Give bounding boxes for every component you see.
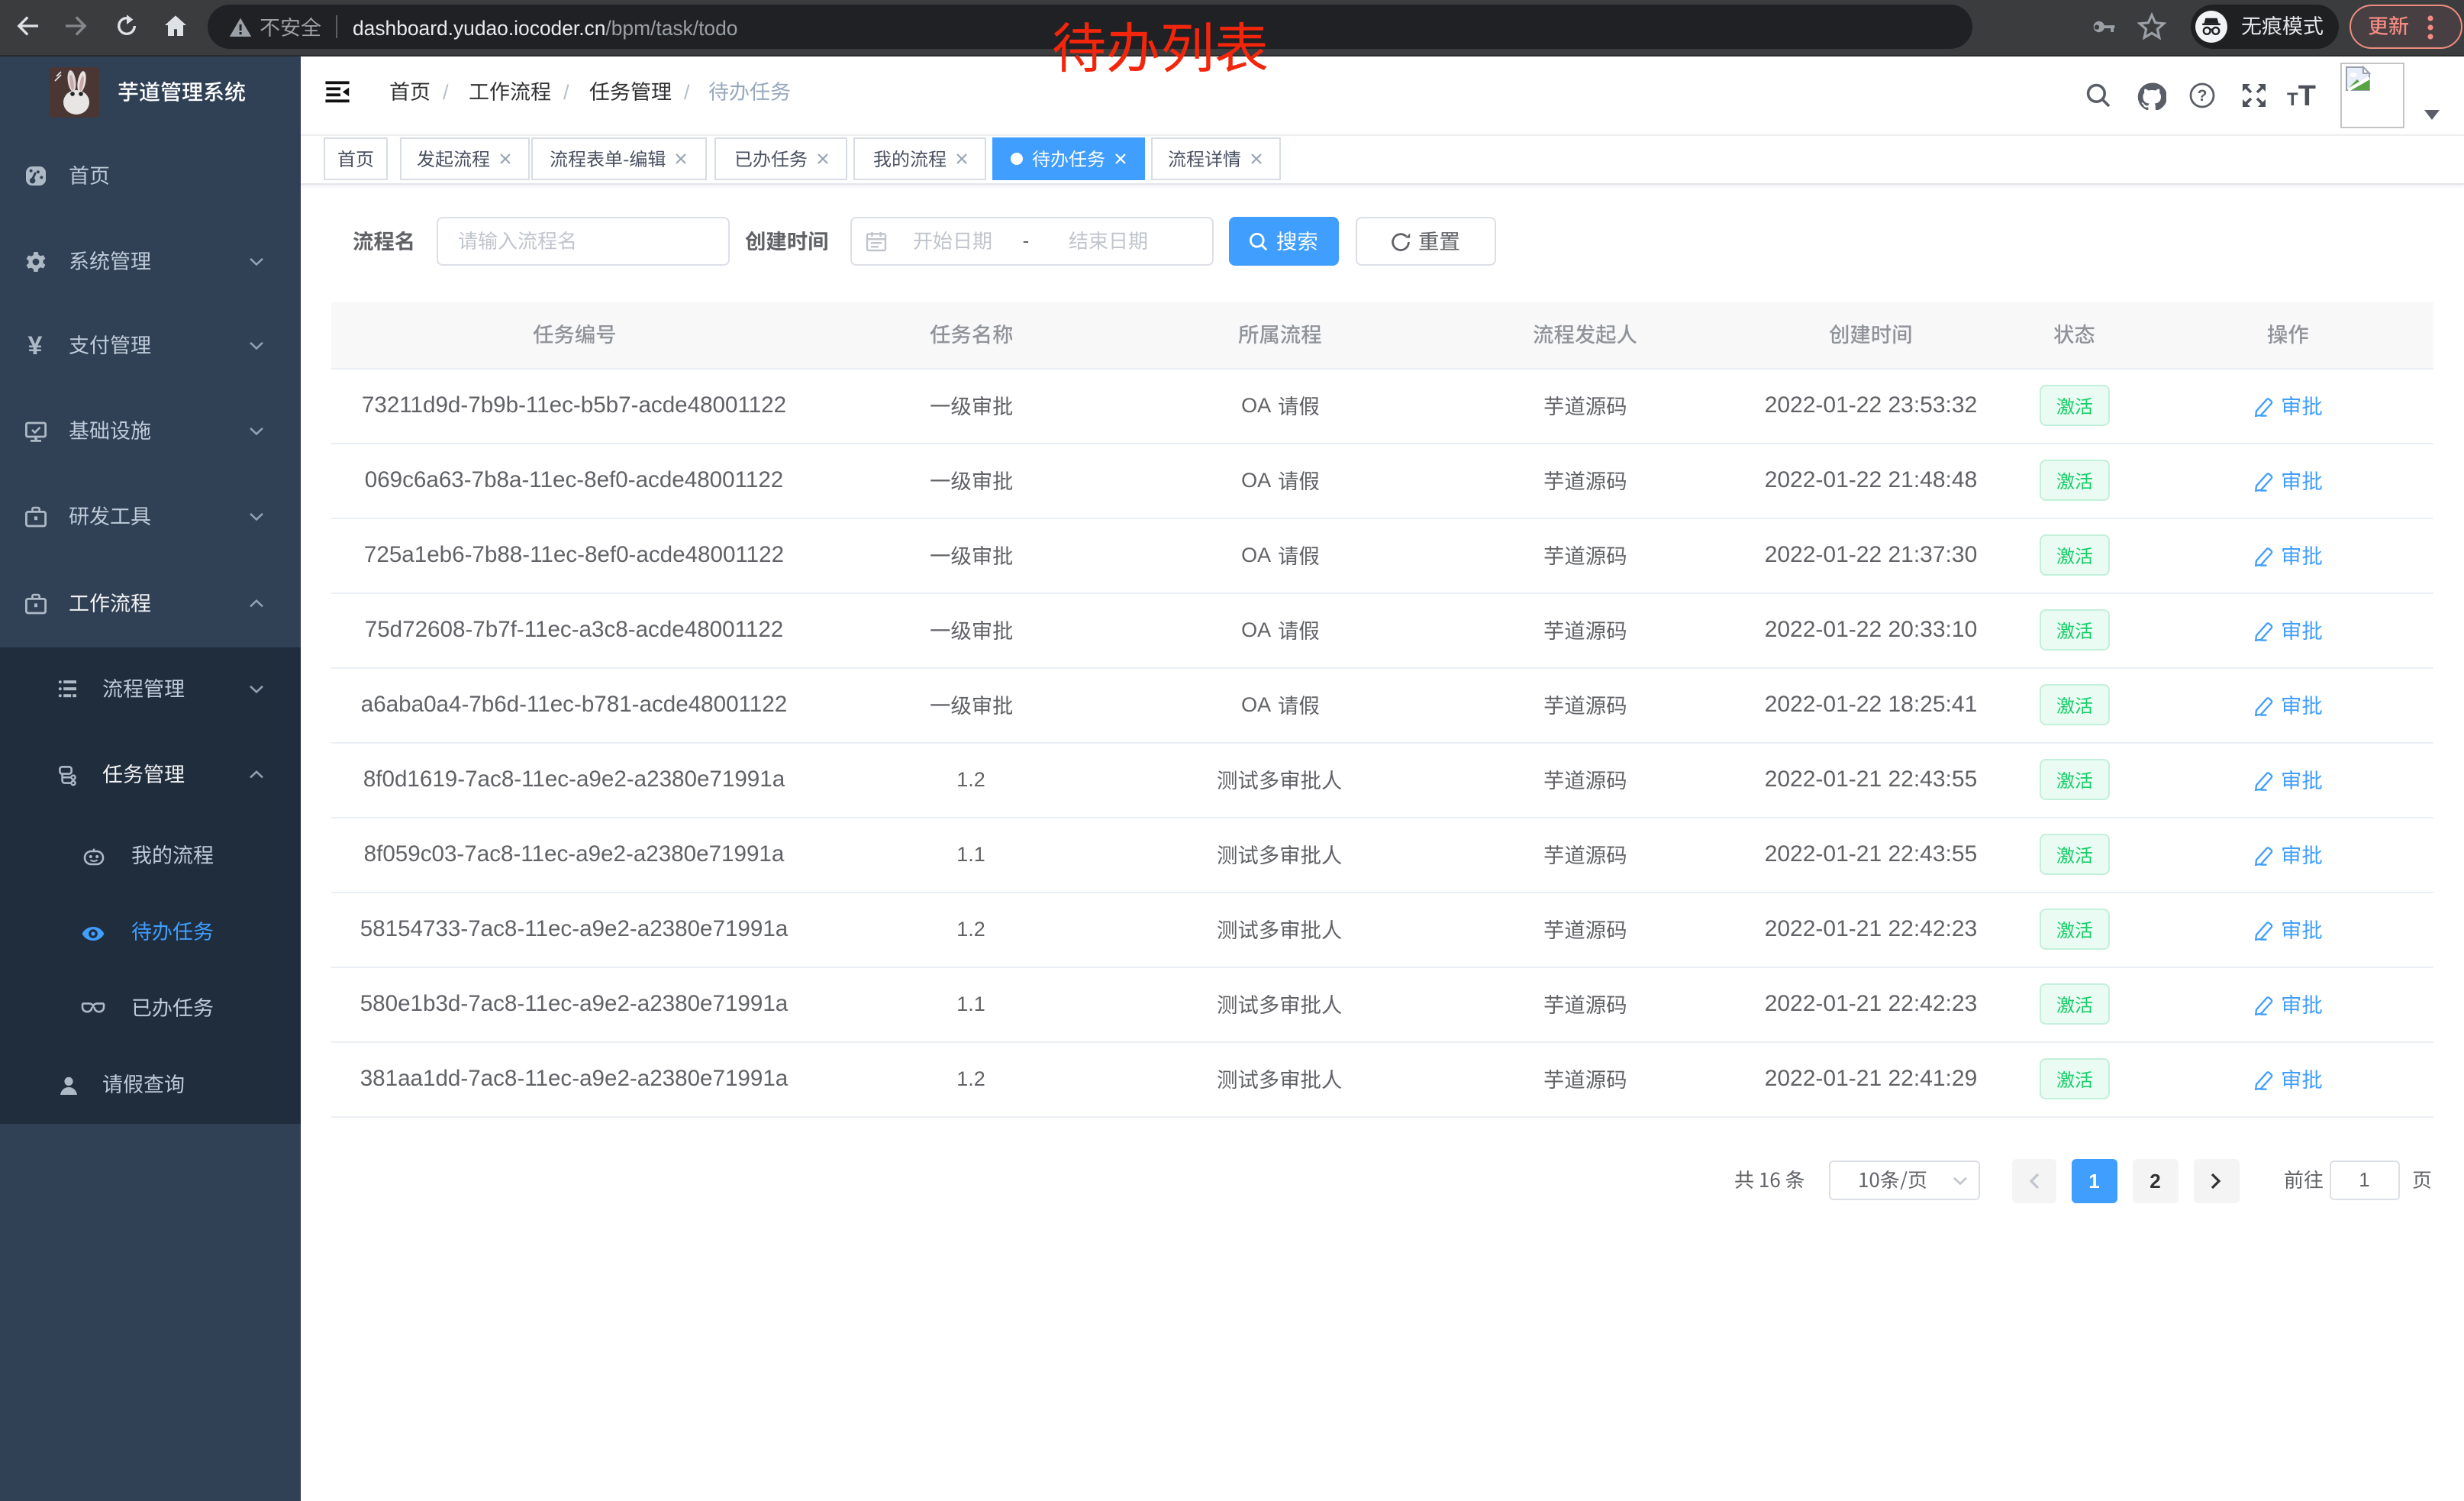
svg-text:?: ? [2197,87,2207,105]
